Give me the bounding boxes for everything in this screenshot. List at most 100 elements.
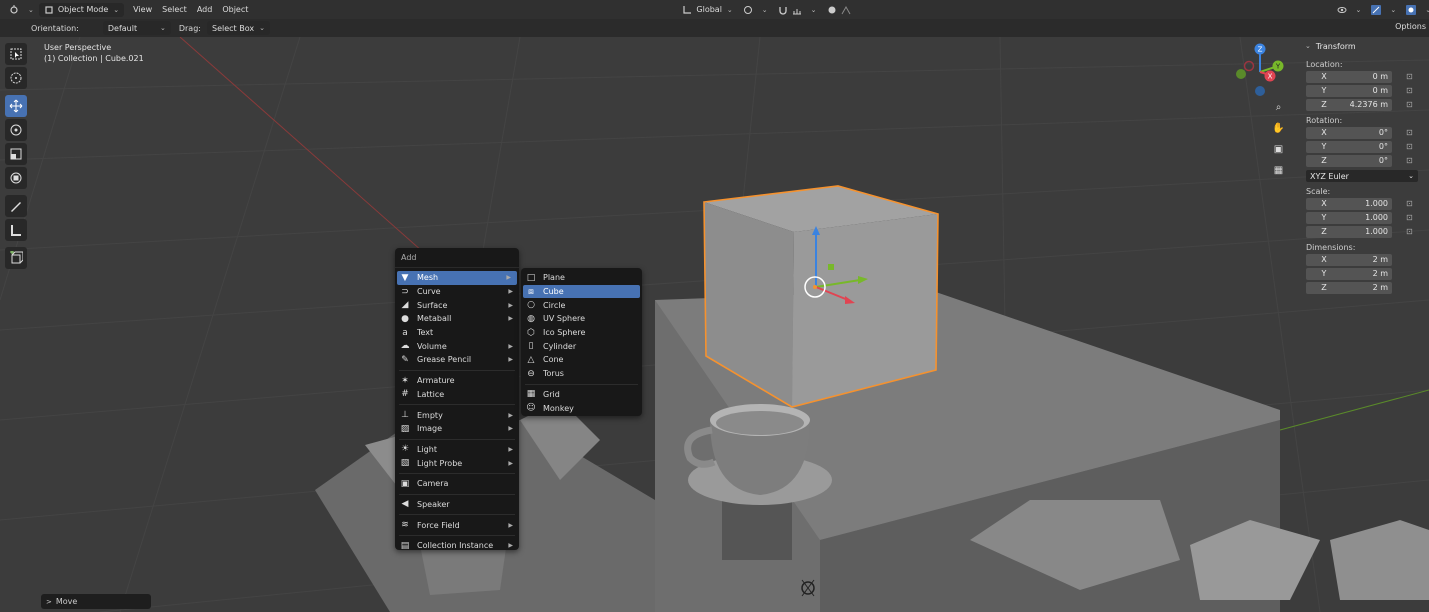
mesh-item-cube[interactable]: ⧈ Cube bbox=[523, 284, 640, 299]
menu-item-surface[interactable]: ◢ Surface ▶ bbox=[395, 298, 519, 312]
nav-neg-x-ball[interactable] bbox=[1243, 60, 1255, 72]
menu-item-lattice[interactable]: # Lattice bbox=[395, 388, 519, 402]
visibility-dropdown[interactable]: ⌄ bbox=[1332, 3, 1367, 17]
menu-item-speaker[interactable]: ◀ Speaker bbox=[395, 498, 519, 512]
cursor-icon bbox=[10, 72, 22, 84]
lock-icon[interactable]: ⊡ bbox=[1406, 128, 1416, 137]
drag-dropdown[interactable]: Select Box ⌄ bbox=[206, 21, 270, 35]
overlays-toggle[interactable]: ⌄ bbox=[1401, 3, 1429, 17]
location-z-field[interactable]: Z 4.2376 m bbox=[1306, 98, 1392, 111]
menu-item-collection-instance[interactable]: ▤ Collection Instance ▶ bbox=[395, 539, 519, 553]
rotation-z-field[interactable]: Z 0° bbox=[1306, 154, 1392, 167]
rotation-mode-dropdown[interactable]: XYZ Euler ⌄ bbox=[1306, 170, 1418, 182]
gizmo-toggle[interactable]: ⌄ bbox=[1366, 3, 1401, 17]
last-operator-panel[interactable]: > Move bbox=[41, 594, 151, 609]
scale-y-field[interactable]: Y 1.000 bbox=[1306, 211, 1392, 224]
lock-icon[interactable]: ⊡ bbox=[1406, 86, 1416, 95]
menu-view[interactable]: View bbox=[128, 3, 157, 17]
nav-neg-y-ball[interactable] bbox=[1236, 69, 1246, 79]
menu-item-mesh[interactable]: ▼ Mesh ▶ bbox=[397, 271, 517, 285]
options-button[interactable]: Options bbox=[1392, 21, 1429, 32]
measure-tool[interactable] bbox=[5, 219, 27, 241]
dimensions-x-field[interactable]: X 2 m bbox=[1306, 253, 1392, 266]
transform-panel-header[interactable]: ⌄ Transform bbox=[1301, 37, 1425, 55]
mesh-item-monkey[interactable]: ☺ Monkey bbox=[521, 401, 642, 415]
menu-item-armature[interactable]: ✶ Armature bbox=[395, 374, 519, 388]
rotate-tool[interactable] bbox=[5, 119, 27, 141]
menu-item-text[interactable]: a Text bbox=[395, 326, 519, 340]
menu-item-image[interactable]: ▨ Image ▶ bbox=[395, 422, 519, 436]
mesh-item-plane[interactable]: □ Plane bbox=[521, 271, 642, 285]
select-box-tool[interactable] bbox=[5, 43, 27, 65]
add-cube-tool[interactable] bbox=[5, 247, 27, 269]
menu-select[interactable]: Select bbox=[157, 3, 192, 17]
snap-toggle[interactable]: ⌄ bbox=[773, 3, 822, 17]
transform-panel: ⌄ Transform Location: X 0 m ⊡ Y 0 m ⊡ Z 4.2… bbox=[1301, 37, 1425, 295]
menu-item-camera[interactable]: ▣ Camera bbox=[395, 477, 519, 491]
mesh-item-torus[interactable]: ⊖ Torus bbox=[521, 367, 642, 381]
dimensions-z-row: Z 2 m bbox=[1301, 281, 1425, 294]
dimensions-y-field[interactable]: Y 2 m bbox=[1306, 267, 1392, 280]
gizmo-plane-handle[interactable] bbox=[828, 264, 834, 270]
menu-item-grease-pencil[interactable]: ✎ Grease Pencil ▶ bbox=[395, 353, 519, 367]
field-value: 0° bbox=[1378, 142, 1388, 151]
orientation-dropdown[interactable]: Default ⌄ bbox=[102, 21, 171, 35]
3d-viewport[interactable] bbox=[0, 37, 1429, 612]
location-y-row: Y 0 m ⊡ bbox=[1301, 84, 1425, 97]
menu-add[interactable]: Add bbox=[192, 3, 218, 17]
lock-icon[interactable]: ⊡ bbox=[1406, 213, 1416, 222]
menu-item-metaball[interactable]: ● Metaball ▶ bbox=[395, 312, 519, 326]
editor-type-button[interactable]: ⌄ bbox=[4, 3, 39, 17]
nav-neg-z-ball[interactable] bbox=[1255, 86, 1265, 96]
menu-item-force-field[interactable]: ≋ Force Field ▶ bbox=[395, 518, 519, 532]
transform-tool[interactable] bbox=[5, 167, 27, 189]
menu-object[interactable]: Object bbox=[217, 3, 253, 17]
menu-item-light-probe[interactable]: ▧ Light Probe ▶ bbox=[395, 456, 519, 470]
location-x-field[interactable]: X 0 m bbox=[1306, 70, 1392, 83]
lock-icon[interactable]: ⊡ bbox=[1406, 72, 1416, 81]
proportional-edit-toggle[interactable] bbox=[822, 3, 860, 17]
lock-icon[interactable]: ⊡ bbox=[1406, 227, 1416, 236]
chevron-down-icon: ⌄ bbox=[113, 5, 120, 14]
menu-item-empty[interactable]: ⊥ Empty ▶ bbox=[395, 408, 519, 422]
drag-value: Select Box bbox=[211, 23, 255, 33]
pan-hand-icon[interactable]: ✋ bbox=[1270, 120, 1287, 137]
menu-item-volume[interactable]: ☁ Volume ▶ bbox=[395, 339, 519, 353]
transform-orientation-dropdown[interactable]: Global ⌄ bbox=[677, 3, 737, 17]
rotation-y-field[interactable]: Y 0° bbox=[1306, 140, 1392, 153]
scale-tool[interactable] bbox=[5, 143, 27, 165]
mesh-item-cone[interactable]: △ Cone bbox=[521, 353, 642, 367]
rotation-x-field[interactable]: X 0° bbox=[1306, 126, 1392, 139]
scale-z-field[interactable]: Z 1.000 bbox=[1306, 225, 1392, 238]
pivot-point-dropdown[interactable]: ⌄ bbox=[738, 3, 773, 17]
menu-item-curve[interactable]: ⊃ Curve ▶ bbox=[395, 285, 519, 299]
dimensions-z-field[interactable]: Z 2 m bbox=[1306, 281, 1392, 294]
mode-dropdown[interactable]: Object Mode ⌄ bbox=[38, 2, 125, 17]
perspective-grid-icon[interactable]: ▦ bbox=[1270, 162, 1287, 179]
scale-x-field[interactable]: X 1.000 bbox=[1306, 197, 1392, 210]
annotate-tool[interactable] bbox=[5, 195, 27, 217]
field-value: 0° bbox=[1378, 156, 1388, 165]
mesh-item-ico-sphere[interactable]: ⬡ Ico Sphere bbox=[521, 326, 642, 340]
lock-icon[interactable]: ⊡ bbox=[1406, 142, 1416, 151]
navigation-gizmo[interactable]: Z Y X bbox=[1232, 42, 1294, 100]
mesh-item-uv-sphere[interactable]: ◍ UV Sphere bbox=[521, 312, 642, 326]
last-operator-label: Move bbox=[55, 597, 78, 606]
magnet-icon bbox=[779, 6, 787, 15]
move-tool[interactable] bbox=[5, 95, 27, 117]
ico-sphere-icon: ⬡ bbox=[527, 327, 535, 338]
mesh-item-grid[interactable]: ▦ Grid bbox=[521, 388, 642, 402]
cursor-tool[interactable] bbox=[5, 67, 27, 89]
menu-item-light[interactable]: ☀ Light ▶ bbox=[395, 443, 519, 457]
location-y-field[interactable]: Y 0 m bbox=[1306, 84, 1392, 97]
lock-icon[interactable]: ⊡ bbox=[1406, 100, 1416, 109]
zoom-icon[interactable]: ⌕ bbox=[1270, 99, 1287, 116]
mesh-item-circle[interactable]: ○ Circle bbox=[521, 298, 642, 312]
mesh-item-cylinder[interactable]: ▯ Cylinder bbox=[521, 339, 642, 353]
axis-label: Z bbox=[1321, 227, 1327, 236]
lock-icon[interactable]: ⊡ bbox=[1406, 156, 1416, 165]
camera-icon[interactable]: ▣ bbox=[1270, 141, 1287, 158]
field-value: 0° bbox=[1378, 128, 1388, 137]
submenu-arrow-icon: ▶ bbox=[506, 274, 511, 282]
lock-icon[interactable]: ⊡ bbox=[1406, 199, 1416, 208]
